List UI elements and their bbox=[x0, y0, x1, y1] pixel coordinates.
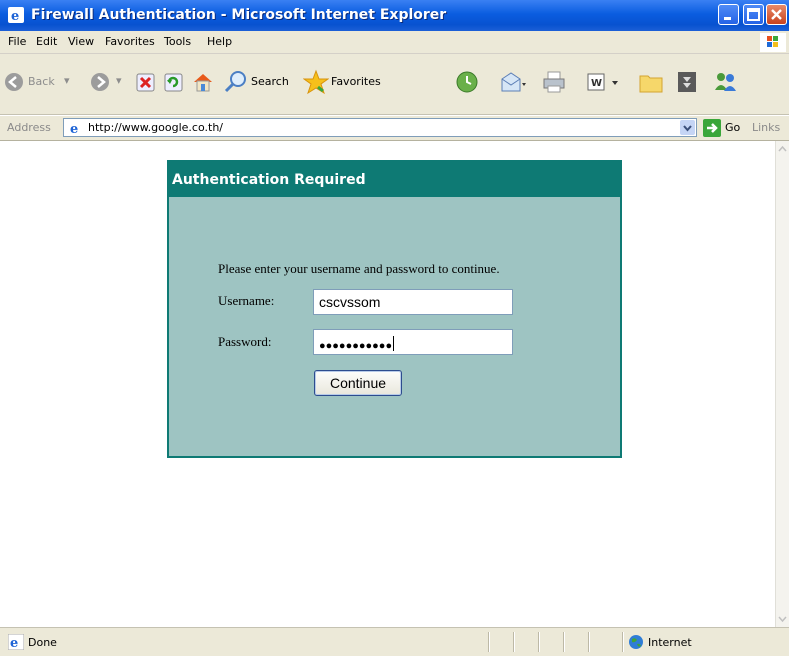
search-label: Search bbox=[251, 75, 289, 88]
address-url: http://www.google.co.th/ bbox=[88, 121, 223, 134]
go-label: Go bbox=[725, 121, 741, 134]
forward-button[interactable]: ▾ bbox=[90, 54, 130, 114]
mail-icon[interactable] bbox=[499, 70, 527, 94]
window-title-bar[interactable]: e Firewall Authentication - Microsoft In… bbox=[0, 0, 789, 31]
messenger-icon[interactable] bbox=[712, 70, 738, 94]
status-divider bbox=[538, 632, 540, 652]
print-icon[interactable] bbox=[542, 70, 566, 94]
menu-bar: File Edit View Favorites Tools Help bbox=[0, 31, 789, 54]
research-icon[interactable] bbox=[675, 70, 699, 94]
back-label: Back bbox=[28, 75, 55, 88]
chevron-up-icon bbox=[778, 145, 787, 152]
svg-text:e: e bbox=[70, 122, 78, 136]
links-button[interactable]: Links bbox=[752, 121, 780, 134]
auth-title: Authentication Required bbox=[172, 172, 366, 188]
maximize-button[interactable] bbox=[743, 4, 764, 25]
forward-icon bbox=[91, 73, 109, 91]
menu-favorites[interactable]: Favorites bbox=[105, 35, 155, 48]
text-cursor bbox=[393, 336, 395, 351]
forward-dropdown-icon[interactable]: ▾ bbox=[116, 74, 122, 87]
menu-edit[interactable]: Edit bbox=[36, 35, 57, 48]
page-icon: e bbox=[68, 120, 84, 136]
auth-instruction: Please enter your username and password … bbox=[218, 261, 500, 276]
status-divider bbox=[488, 632, 490, 652]
folder-icon[interactable] bbox=[638, 70, 664, 94]
username-input[interactable]: cscvssom bbox=[313, 289, 513, 315]
ie-logo-icon: e bbox=[8, 7, 24, 23]
auth-header: Authentication Required bbox=[167, 160, 622, 197]
refresh-icon[interactable] bbox=[164, 73, 183, 92]
back-dropdown-icon[interactable]: ▾ bbox=[64, 74, 70, 87]
standard-toolbar: Back ▾ ▾ Search Favorites W bbox=[0, 54, 789, 115]
search-button[interactable]: Search bbox=[224, 54, 298, 114]
continue-button[interactable]: Continue bbox=[314, 370, 402, 396]
status-divider bbox=[588, 632, 590, 652]
scroll-up-button[interactable] bbox=[776, 141, 789, 157]
status-divider bbox=[622, 632, 624, 652]
status-text: Done bbox=[28, 636, 57, 649]
back-button[interactable]: Back ▾ bbox=[4, 54, 84, 114]
close-icon bbox=[771, 9, 782, 20]
status-divider bbox=[513, 632, 515, 652]
window-title: Firewall Authentication - Microsoft Inte… bbox=[31, 7, 447, 23]
vertical-scrollbar[interactable] bbox=[775, 141, 789, 627]
stop-icon[interactable] bbox=[136, 73, 155, 92]
maximize-icon bbox=[747, 8, 760, 21]
back-icon bbox=[5, 73, 23, 91]
svg-text:e: e bbox=[10, 636, 18, 650]
username-label: Username: bbox=[218, 293, 275, 308]
go-arrow-icon bbox=[703, 119, 721, 137]
password-label: Password: bbox=[218, 334, 272, 349]
svg-text:e: e bbox=[11, 9, 19, 23]
minimize-icon bbox=[724, 17, 731, 20]
favorites-icon bbox=[303, 69, 329, 95]
menu-help[interactable]: Help bbox=[207, 35, 232, 48]
chevron-down-icon bbox=[683, 125, 692, 132]
address-label: Address bbox=[7, 121, 51, 134]
chevron-down-icon bbox=[778, 616, 787, 623]
close-button[interactable] bbox=[766, 4, 787, 25]
password-value: ●●●●●●●●●●● bbox=[319, 340, 393, 352]
menu-file[interactable]: File bbox=[8, 35, 26, 48]
favorites-button[interactable]: Favorites bbox=[303, 54, 395, 114]
scroll-down-button[interactable] bbox=[776, 611, 789, 627]
menu-tools[interactable]: Tools bbox=[164, 35, 191, 48]
favorites-label: Favorites bbox=[331, 75, 381, 88]
globe-icon bbox=[629, 635, 643, 649]
history-icon[interactable] bbox=[455, 70, 479, 94]
home-icon[interactable] bbox=[191, 70, 215, 94]
address-input[interactable]: e http://www.google.co.th/ bbox=[63, 118, 697, 137]
status-bar: e Done Internet bbox=[0, 627, 789, 656]
go-button[interactable]: Go bbox=[703, 119, 743, 137]
search-icon bbox=[224, 71, 246, 93]
windows-logo-icon bbox=[760, 33, 786, 52]
page-status-icon: e bbox=[8, 634, 24, 650]
menu-view[interactable]: View bbox=[68, 35, 94, 48]
password-input[interactable]: ●●●●●●●●●●● bbox=[313, 329, 513, 355]
address-bar: Address e http://www.google.co.th/ Go Li… bbox=[0, 116, 789, 141]
address-dropdown-button[interactable] bbox=[680, 120, 695, 135]
minimize-button[interactable] bbox=[718, 4, 739, 25]
security-zone: Internet bbox=[648, 636, 692, 649]
edit-icon[interactable]: W bbox=[586, 72, 620, 92]
svg-text:W: W bbox=[591, 78, 602, 89]
username-value: cscvssom bbox=[319, 294, 381, 310]
auth-panel bbox=[167, 197, 622, 458]
status-divider bbox=[563, 632, 565, 652]
